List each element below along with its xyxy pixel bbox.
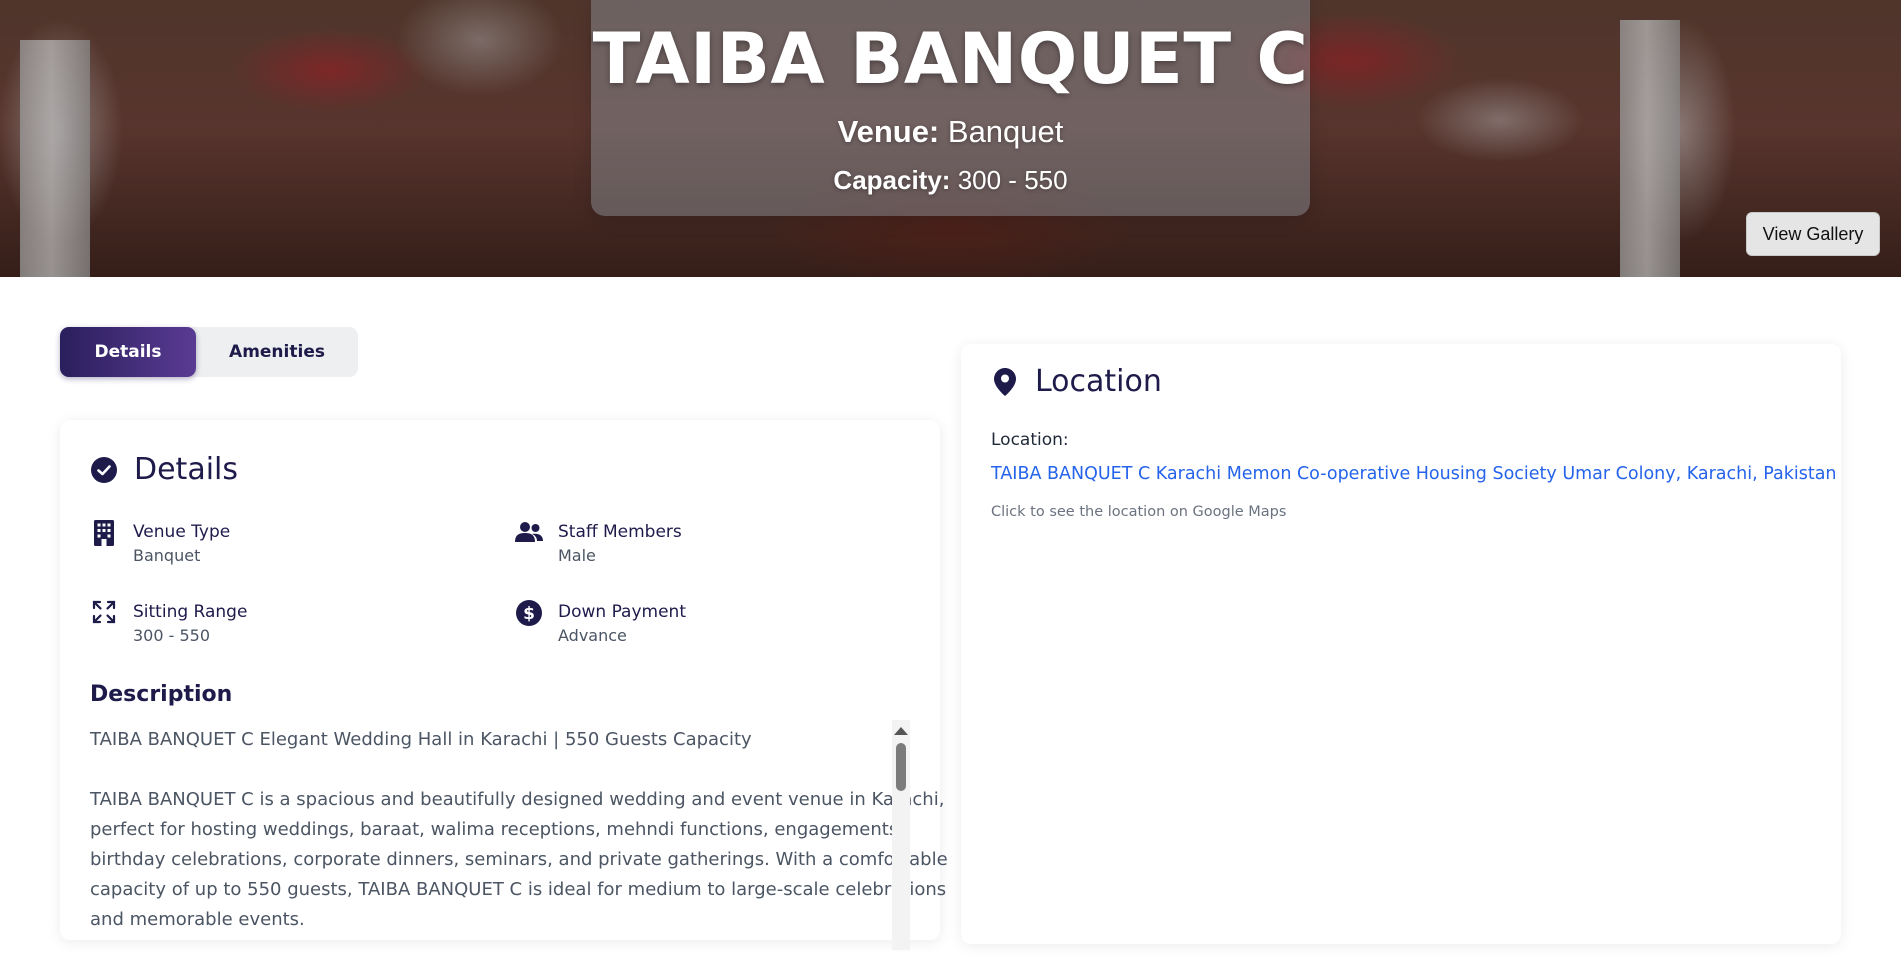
info-value: Banquet [133, 546, 201, 565]
info-sitting-range: Sitting Range 300 - 550 [90, 600, 247, 648]
svg-text:$: $ [523, 604, 535, 624]
tab-bar: Details Amenities [60, 327, 358, 377]
info-staff-members: Staff Members Male [515, 520, 682, 568]
capacity-line: Capacity: 300 - 550 [591, 165, 1310, 196]
info-label: Venue Type [133, 522, 231, 542]
info-label: Staff Members [558, 522, 682, 542]
capacity-label: Capacity: [833, 165, 951, 195]
location-title: Location [1035, 364, 1162, 399]
details-header: Details [90, 452, 238, 487]
hero-info-card: TAIBA BANQUET C Venue: Banquet Capacity:… [591, 0, 1310, 216]
tab-amenities[interactable]: Amenities [196, 327, 358, 377]
location-hint: Click to see the location on Google Maps [991, 504, 1287, 520]
description-paragraph: TAIBA BANQUET C Elegant Wedding Hall in … [90, 729, 752, 750]
capacity-value: 300 - 550 [957, 165, 1068, 195]
venue-value: Banquet [947, 114, 1064, 149]
scroll-up-arrow-icon[interactable] [894, 727, 908, 735]
check-circle-icon [90, 456, 118, 484]
venue-label: Venue: [837, 114, 940, 149]
building-icon [90, 520, 118, 548]
hero-banner: TAIBA BANQUET C Venue: Banquet Capacity:… [0, 0, 1901, 277]
expand-icon [90, 600, 118, 628]
info-value: Advance [558, 626, 627, 645]
info-label: Down Payment [558, 602, 686, 622]
venue-type-line: Venue: Banquet [591, 114, 1310, 150]
scrollbar-thumb[interactable] [896, 743, 906, 791]
location-header: Location [991, 364, 1162, 399]
map-pin-icon [991, 367, 1019, 396]
dollar-icon: $ [515, 600, 543, 628]
info-value: Male [558, 546, 596, 565]
details-title: Details [134, 452, 239, 487]
view-gallery-button[interactable]: View Gallery [1746, 212, 1880, 256]
info-venue-type: Venue Type Banquet [90, 520, 230, 568]
location-label: Location: [991, 430, 1069, 450]
venue-title: TAIBA BANQUET C [592, 18, 1309, 100]
details-card: Details Venue Type Banquet Staff Members… [60, 420, 948, 950]
location-map-link[interactable]: TAIBA BANQUET C Karachi Memon Co-operati… [991, 464, 1837, 484]
info-value: 300 - 550 [133, 626, 211, 645]
tab-details[interactable]: Details [60, 327, 196, 377]
users-icon [515, 520, 543, 548]
info-label: Sitting Range [133, 602, 248, 622]
info-down-payment: $ Down Payment Advance [515, 600, 686, 648]
description-title: Description [90, 682, 233, 707]
location-card: Location Location: TAIBA BANQUET C Karac… [961, 344, 1841, 944]
description-paragraph: TAIBA BANQUET C is a spacious and beauti… [90, 789, 948, 930]
description-body[interactable]: TAIBA BANQUET C Elegant Wedding Hall in … [90, 725, 950, 965]
